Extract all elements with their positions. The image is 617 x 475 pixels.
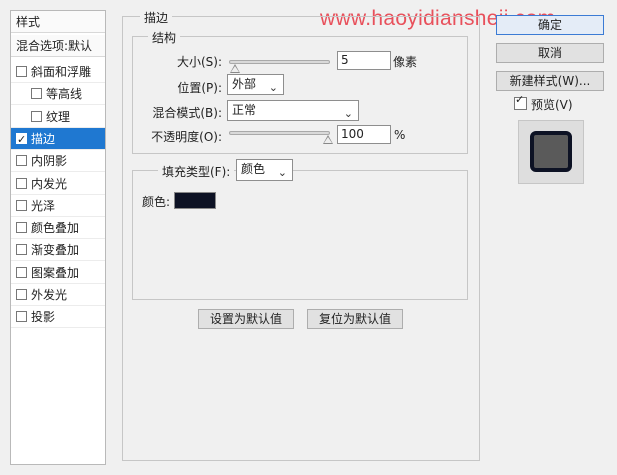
style-item-checkbox[interactable] (16, 311, 27, 323)
color-swatch[interactable] (174, 192, 216, 209)
size-unit: 像素 (393, 55, 418, 69)
blend-mode-value: 正常 (232, 103, 257, 117)
size-slider[interactable] (229, 60, 330, 73)
opacity-label: 不透明度(O): (151, 130, 222, 144)
cancel-button[interactable]: 取消 (496, 43, 604, 63)
style-item[interactable]: 内发光 (11, 173, 105, 195)
style-item-checkbox[interactable] (31, 110, 42, 122)
preview-thumbnail (530, 131, 572, 172)
opacity-unit: % (394, 128, 406, 142)
style-item-checkbox[interactable] (16, 222, 27, 234)
opacity-slider[interactable] (229, 131, 333, 144)
style-item-label: 外发光 (31, 288, 68, 302)
style-item-checkbox[interactable] (16, 129, 27, 149)
style-item-checkbox[interactable] (16, 266, 27, 278)
structure-title: 结构 (148, 29, 181, 46)
style-item-label: 光泽 (31, 198, 56, 213)
style-item-checkbox[interactable] (16, 66, 27, 77)
preview-check-icon[interactable] (514, 93, 527, 110)
style-item-label: 图案叠加 (31, 265, 80, 280)
size-label: 大小(S): (176, 55, 222, 69)
fill-type-value: 颜色 (241, 162, 266, 176)
stroke-title: 描边 (140, 9, 173, 26)
style-item-checkbox[interactable] (16, 289, 27, 300)
blend-mode-select[interactable]: 正常 ⌄ (227, 100, 359, 121)
style-preview (518, 120, 584, 184)
fill-type-select[interactable]: 颜色 ⌄ (236, 159, 293, 181)
style-item-label: 斜面和浮雕 (31, 65, 92, 79)
color-label: 颜色: (142, 195, 171, 209)
size-input[interactable]: 5 (337, 51, 391, 70)
set-default-button[interactable]: 设置为默认值 (198, 309, 294, 329)
style-item[interactable]: 外发光 (11, 284, 105, 306)
style-item-checkbox[interactable] (31, 88, 42, 100)
preview-checkbox[interactable]: 预览(V) (514, 93, 573, 113)
style-item[interactable]: 纹理 (11, 106, 105, 128)
style-item-label: 等高线 (46, 87, 83, 102)
chevron-down-icon: ⌄ (343, 107, 353, 120)
style-item[interactable]: 光泽 (11, 195, 105, 217)
style-item[interactable]: 等高线 (11, 83, 105, 106)
style-item-label: 描边 (31, 131, 56, 146)
style-item-label: 渐变叠加 (31, 243, 80, 258)
style-item[interactable]: 图案叠加 (11, 262, 105, 284)
blend-options-item[interactable]: 混合选项:默认 (11, 35, 105, 57)
size-slider-thumb[interactable] (229, 64, 240, 73)
style-item-checkbox[interactable] (16, 244, 27, 256)
style-item[interactable]: 渐变叠加 (11, 239, 105, 262)
chevron-down-icon: ⌄ (277, 166, 287, 179)
style-item-checkbox[interactable] (16, 155, 27, 167)
style-item-label: 投影 (31, 310, 56, 325)
style-item-label: 纹理 (46, 109, 71, 124)
opacity-input[interactable]: 100 (337, 125, 391, 144)
preview-label: 预览(V) (531, 98, 573, 112)
fill-group (132, 170, 468, 300)
opacity-slider-thumb[interactable] (323, 135, 333, 144)
style-item-label: 颜色叠加 (31, 221, 80, 236)
style-item-checkbox[interactable] (16, 199, 27, 211)
position-select[interactable]: 外部 ⌄ (227, 74, 284, 95)
blend-mode-label: 混合模式(B): (152, 106, 222, 120)
styles-header[interactable]: 样式 (11, 11, 105, 33)
chevron-down-icon: ⌄ (268, 81, 278, 94)
styles-list: 样式 混合选项:默认 斜面和浮雕等高线纹理描边内阴影内发光光泽颜色叠加渐变叠加图… (10, 10, 106, 465)
style-item[interactable]: 内阴影 (11, 150, 105, 173)
style-item[interactable]: 投影 (11, 306, 105, 329)
position-label: 位置(P): (177, 81, 222, 95)
ok-button[interactable]: 确定 (496, 15, 604, 35)
style-item-label: 内发光 (31, 176, 68, 191)
style-item[interactable]: 描边 (11, 127, 105, 150)
style-item[interactable]: 斜面和浮雕 (11, 61, 105, 83)
style-item-checkbox[interactable] (16, 177, 27, 189)
style-item-label: 内阴影 (31, 154, 68, 169)
position-value: 外部 (232, 77, 257, 91)
new-style-button[interactable]: 新建样式(W)... (496, 71, 604, 91)
fill-type-label: 填充类型(F): (158, 163, 235, 180)
style-item[interactable]: 颜色叠加 (11, 217, 105, 240)
reset-default-button[interactable]: 复位为默认值 (307, 309, 403, 329)
